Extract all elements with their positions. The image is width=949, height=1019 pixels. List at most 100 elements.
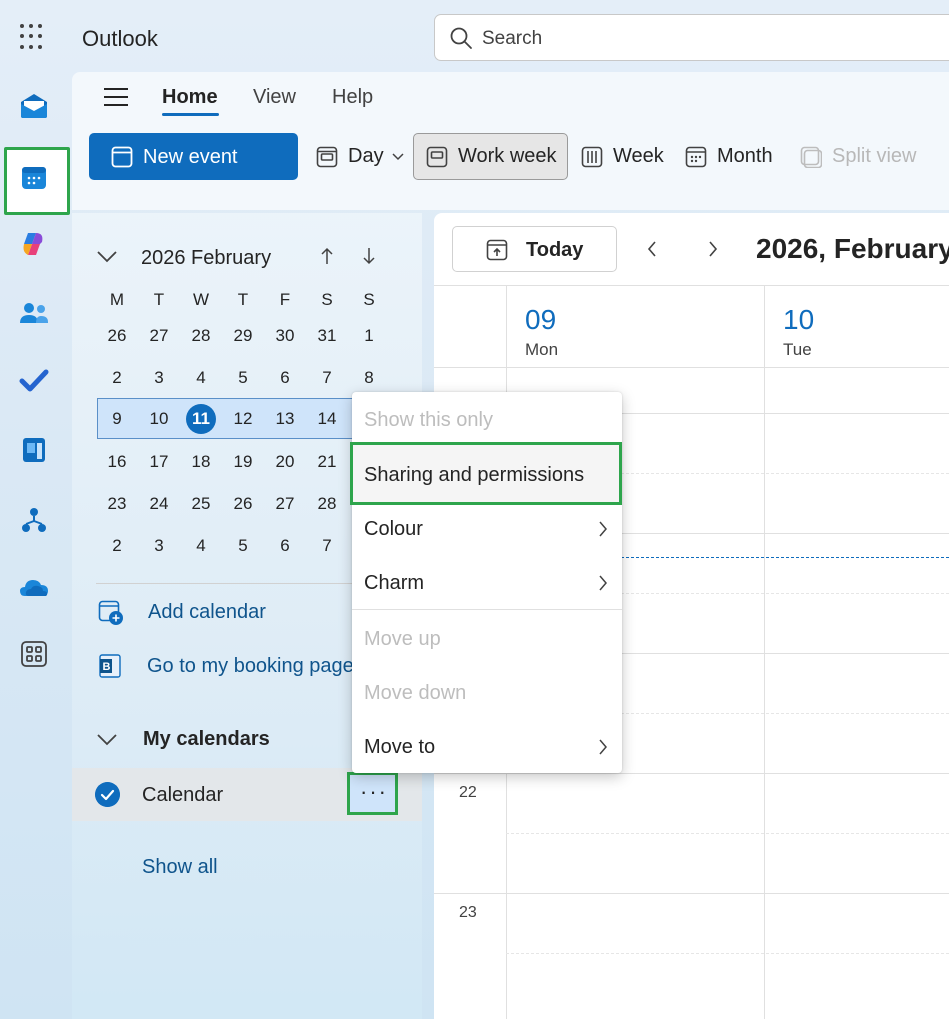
mini-calendar-day[interactable]: 6 <box>264 536 306 556</box>
mini-calendar-day[interactable]: 25 <box>180 494 222 514</box>
app-launcher-icon[interactable] <box>20 24 46 50</box>
mini-calendar-day[interactable]: 13 <box>264 409 306 429</box>
month-view-button[interactable]: Month <box>685 133 773 180</box>
copilot-icon[interactable] <box>16 226 52 262</box>
next-week-chevron-icon[interactable] <box>707 240 719 258</box>
todo-icon[interactable] <box>16 362 52 398</box>
mini-calendar-day[interactable]: 1 <box>348 326 390 346</box>
mini-calendar-day[interactable]: 2 <box>96 536 138 556</box>
hamburger-menu-icon[interactable] <box>104 88 128 108</box>
search-box[interactable]: Search <box>434 14 949 61</box>
today-button[interactable]: Today <box>452 226 617 272</box>
mini-calendar-day[interactable]: 20 <box>264 452 306 472</box>
work-week-view-button[interactable]: Work week <box>413 133 568 180</box>
chevron-right-icon <box>599 575 607 591</box>
next-month-arrow-icon[interactable] <box>362 247 376 265</box>
split-view-icon <box>800 146 822 168</box>
booking-page-link[interactable]: Go to my booking page <box>147 655 352 677</box>
mini-calendar-day[interactable]: 28 <box>306 494 348 514</box>
menu-item-move-to[interactable]: Move to <box>364 736 435 759</box>
mini-calendar-today[interactable]: 11 <box>180 404 222 434</box>
mini-calendar-day[interactable]: 21 <box>306 452 348 472</box>
day-view-button[interactable]: Day <box>316 133 404 180</box>
mini-calendar-day[interactable]: 27 <box>138 326 180 346</box>
checkmark-icon[interactable] <box>95 782 120 807</box>
chevron-down-icon[interactable] <box>392 152 404 161</box>
tab-view[interactable]: View <box>253 86 296 109</box>
calendar-name: Calendar <box>142 784 224 806</box>
new-event-button[interactable]: New event <box>89 133 374 180</box>
bookings-icon[interactable] <box>16 432 52 468</box>
date-range-title[interactable]: 2026, February 09–13 <box>756 233 949 265</box>
mini-calendar-day[interactable]: 19 <box>222 452 264 472</box>
mini-calendar-day[interactable]: 5 <box>222 368 264 388</box>
mini-calendar-title[interactable]: 2026 February <box>141 247 271 270</box>
mini-calendar-day[interactable]: 16 <box>96 452 138 472</box>
mini-calendar-day[interactable]: 24 <box>138 494 180 514</box>
mini-calendar-day[interactable]: 6 <box>264 368 306 388</box>
mini-calendar-day[interactable]: 26 <box>96 326 138 346</box>
work-week-icon <box>426 146 448 167</box>
day-header-number[interactable]: 09 <box>525 304 556 336</box>
show-all-link[interactable]: Show all <box>142 856 218 879</box>
day-header-number[interactable]: 10 <box>783 304 814 336</box>
menu-item-move-down[interactable]: Move down <box>364 682 466 705</box>
previous-week-chevron-icon[interactable] <box>646 240 658 258</box>
mini-calendar-day[interactable]: 7 <box>306 536 348 556</box>
mini-calendar-day[interactable]: 5 <box>222 536 264 556</box>
mini-calendar-day[interactable]: 3 <box>138 368 180 388</box>
mini-calendar-day[interactable]: 31 <box>306 326 348 346</box>
more-options-button[interactable]: ··· <box>347 772 398 815</box>
today-marker: 11 <box>186 404 216 434</box>
mini-calendar-day[interactable]: 27 <box>264 494 306 514</box>
mini-calendar-day[interactable]: 23 <box>96 494 138 514</box>
tab-home[interactable]: Home <box>162 86 218 109</box>
collapse-chevron-icon[interactable] <box>96 733 118 747</box>
mini-calendar-day[interactable]: 10 <box>138 409 180 429</box>
org-explorer-icon[interactable] <box>16 502 52 538</box>
grid-line <box>434 285 949 286</box>
tab-help[interactable]: Help <box>332 86 373 109</box>
calendar-icon[interactable] <box>16 160 52 196</box>
chevron-right-icon <box>599 739 607 755</box>
mini-calendar-day[interactable]: 4 <box>180 536 222 556</box>
split-view-button[interactable]: Split view <box>800 133 916 180</box>
mini-calendar-day[interactable]: 4 <box>180 368 222 388</box>
collapse-chevron-icon[interactable] <box>96 250 118 264</box>
mini-calendar-day[interactable]: 29 <box>222 326 264 346</box>
mini-calendar-day[interactable]: 8 <box>348 368 390 388</box>
mini-calendar-day[interactable]: 17 <box>138 452 180 472</box>
search-icon <box>450 27 472 49</box>
my-calendars-header[interactable]: My calendars <box>143 728 270 751</box>
mini-calendar-day[interactable]: 12 <box>222 409 264 429</box>
weekday-label: T <box>237 290 249 309</box>
mini-calendar-day[interactable]: 18 <box>180 452 222 472</box>
mini-calendar-week: 2 3 4 5 6 7 8 <box>96 368 390 388</box>
menu-item-colour[interactable]: Colour <box>364 518 423 541</box>
menu-item-sharing-and-permissions[interactable]: Sharing and permissions <box>364 464 584 487</box>
mini-calendar-day[interactable]: 9 <box>96 409 138 429</box>
menu-item-move-up[interactable]: Move up <box>364 628 441 651</box>
chevron-right-icon <box>599 521 607 537</box>
mini-calendar-week: 23 24 25 26 27 28 1 <box>96 494 390 514</box>
week-view-button[interactable]: Week <box>581 133 664 180</box>
more-apps-icon[interactable] <box>16 636 52 672</box>
mini-calendar-day[interactable]: 3 <box>138 536 180 556</box>
booking-page-link-wrap[interactable]: Go to my booking page <box>147 655 352 681</box>
mini-calendar-day[interactable]: 28 <box>180 326 222 346</box>
mail-icon[interactable] <box>16 88 52 124</box>
mini-calendar-day[interactable]: 14 <box>306 409 348 429</box>
mini-calendar-day[interactable]: 2 <box>96 368 138 388</box>
menu-item-charm[interactable]: Charm <box>364 572 424 595</box>
date-range-title-wrap: 2026, February 09–13 <box>756 228 949 272</box>
menu-separator <box>352 609 622 610</box>
people-icon[interactable] <box>16 296 52 332</box>
mini-calendar-day[interactable]: 7 <box>306 368 348 388</box>
mini-calendar-day[interactable]: 30 <box>264 326 306 346</box>
previous-month-arrow-icon[interactable] <box>320 247 334 265</box>
add-calendar-link[interactable]: Add calendar <box>148 601 266 624</box>
onedrive-icon[interactable] <box>16 570 52 606</box>
mini-calendar-day[interactable]: 26 <box>222 494 264 514</box>
menu-item-show-this-only[interactable]: Show this only <box>364 409 493 432</box>
hour-label: 23 <box>459 904 477 921</box>
